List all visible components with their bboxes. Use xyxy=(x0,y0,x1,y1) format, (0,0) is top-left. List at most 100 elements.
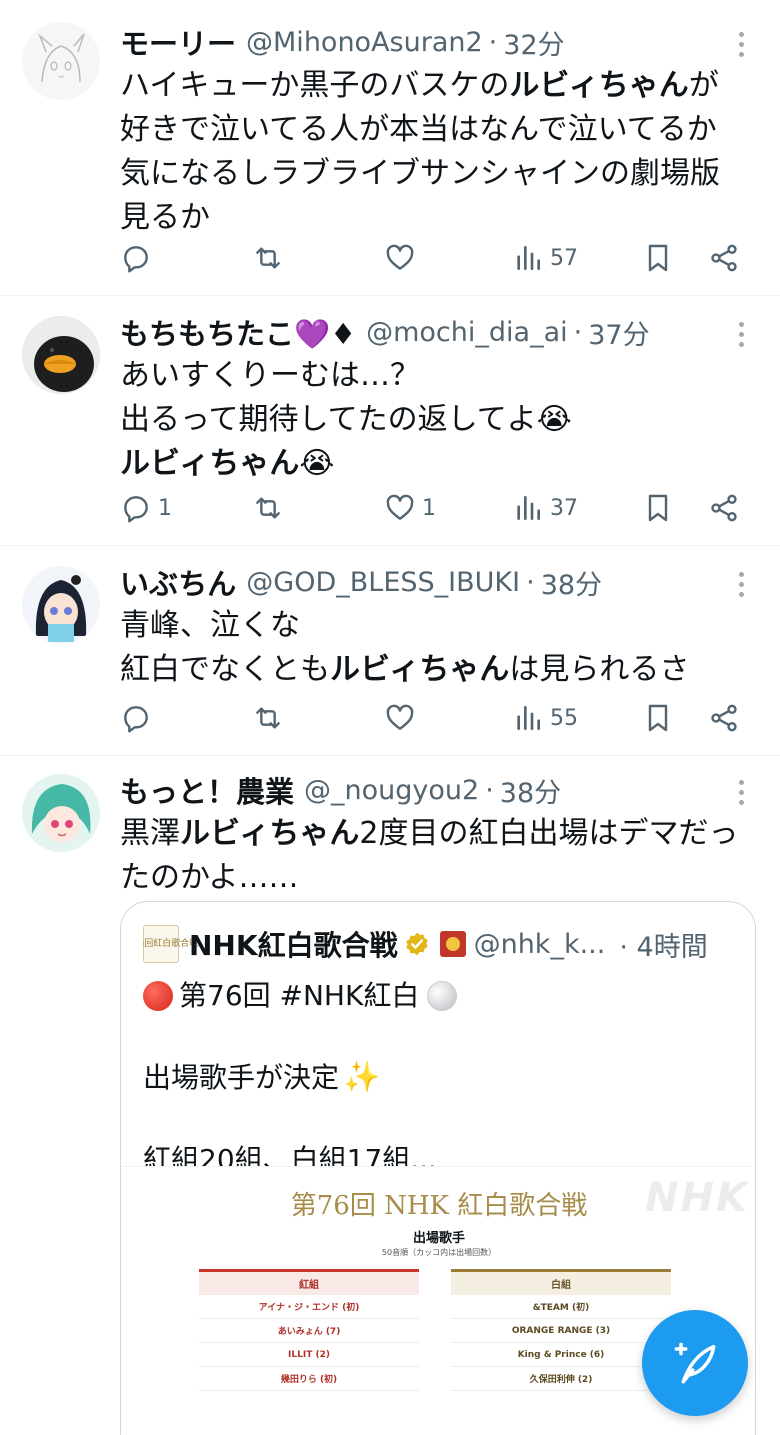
bookmark-icon xyxy=(648,494,668,522)
quote-avatar[interactable]: 第76回紅白歌合戦 xyxy=(143,925,198,963)
avatar[interactable] xyxy=(22,774,100,852)
views-count: 37 xyxy=(550,495,578,521)
retweet-button[interactable] xyxy=(252,238,290,278)
views-button[interactable]: 57 xyxy=(512,238,578,278)
tweet-text: 青峰、泣くな 紅白でなくともルビィちゃんは見られるさ xyxy=(120,608,690,687)
views-icon xyxy=(517,246,540,270)
tweet-text: 黒澤ルビィちゃん2度目の紅白出場はデマだっ たのかよ…… xyxy=(120,816,739,895)
red-circle-icon xyxy=(143,981,173,1011)
image-subtitle: 出場歌手 xyxy=(412,1231,465,1246)
tweet-text: ハイキューか黒子のバスケのルビィちゃんが 好きで泣いてる人が本当はなんで泣いてる… xyxy=(120,68,720,235)
red-team-label: 紅組 xyxy=(199,1269,419,1295)
more-options-icon[interactable] xyxy=(726,774,756,810)
avatar[interactable] xyxy=(22,22,100,100)
tweet[interactable]: いぶちん @GOD_BLESS_IBUKI · 38分 青峰、泣くな 紅白でなく… xyxy=(0,546,780,756)
reply-button[interactable]: 1 xyxy=(120,488,172,528)
share-icon xyxy=(711,704,737,732)
bookmark-icon xyxy=(648,704,668,732)
retweet-icon xyxy=(256,247,280,269)
list-item: ORANGE RANGE (3) xyxy=(451,1319,671,1343)
reply-button[interactable] xyxy=(120,238,158,278)
share-button[interactable] xyxy=(708,698,740,738)
compose-button[interactable] xyxy=(642,1310,748,1416)
like-icon xyxy=(386,704,414,730)
white-team-column: 白組 &TEAM (初) ORANGE RANGE (3) King & Pri… xyxy=(451,1269,671,1391)
separator: · xyxy=(488,26,498,58)
white-team-label: 白組 xyxy=(451,1269,671,1295)
handle[interactable]: @mochi_dia_ai xyxy=(366,317,568,348)
views-button[interactable]: 37 xyxy=(512,488,578,528)
quote-display-name[interactable]: NHK紅白歌合戦 xyxy=(189,924,398,964)
timestamp[interactable]: 38分 xyxy=(541,563,602,602)
separator: · xyxy=(573,316,583,348)
like-icon xyxy=(386,244,414,270)
avatar[interactable] xyxy=(22,566,100,644)
tweet-actions: 1 1 37 xyxy=(120,488,750,528)
like-icon xyxy=(386,494,414,520)
views-button[interactable]: 55 xyxy=(512,698,578,738)
share-button[interactable] xyxy=(708,238,740,278)
reply-icon xyxy=(124,706,148,733)
compose-icon xyxy=(674,1342,716,1384)
list-item: アイナ・ジ・エンド (初) xyxy=(199,1295,419,1319)
views-count: 57 xyxy=(550,245,578,271)
display-name[interactable]: もっと！農業 xyxy=(120,769,294,811)
bookmark-icon xyxy=(648,244,668,272)
retweet-icon xyxy=(256,497,280,519)
like-button[interactable] xyxy=(384,698,422,738)
timestamp[interactable]: 38分 xyxy=(500,771,561,810)
more-options-icon[interactable] xyxy=(726,566,756,602)
list-item: &TEAM (初) xyxy=(451,1295,671,1319)
reply-icon xyxy=(124,246,148,273)
list-item: あいみょん (7) xyxy=(199,1319,419,1343)
display-name[interactable]: モーリー xyxy=(120,21,236,63)
quote-header: 第76回紅白歌合戦 NHK紅白歌合戦 @nhk_k... · 4時間 xyxy=(143,922,733,966)
avatar[interactable] xyxy=(22,316,100,394)
affiliate-badge-icon xyxy=(439,931,466,957)
bookmark-button[interactable] xyxy=(642,238,674,278)
bookmark-button[interactable] xyxy=(642,488,674,528)
more-options-icon[interactable] xyxy=(726,26,756,62)
image-title: 第76回 NHK 紅白歌合戦 xyxy=(290,1191,588,1221)
views-icon xyxy=(517,496,540,520)
handle[interactable]: @MihonoAsuran2 xyxy=(246,27,483,58)
list-item: ILLIT (2) xyxy=(199,1343,419,1367)
red-team-column: 紅組 アイナ・ジ・エンド (初) あいみょん (7) ILLIT (2) 幾田り… xyxy=(199,1269,419,1391)
views-count: 55 xyxy=(550,705,578,731)
share-icon xyxy=(711,244,737,272)
share-icon xyxy=(711,494,737,522)
separator: · xyxy=(526,566,535,598)
tweet-header: モーリー @MihonoAsuran2 · 32分 xyxy=(120,20,756,64)
share-button[interactable] xyxy=(708,488,740,528)
timestamp[interactable]: 32分 xyxy=(503,23,564,62)
reply-icon xyxy=(124,496,148,523)
views-icon xyxy=(517,706,540,730)
tweet-header: もちもちたこ💜♦ @mochi_dia_ai · 37分 xyxy=(120,310,756,354)
white-circle-icon xyxy=(427,981,458,1011)
list-item: 幾田りら (初) xyxy=(199,1367,419,1391)
image-note: 50音順（カッコ内は出場回数） xyxy=(381,1248,497,1257)
retweet-button[interactable] xyxy=(252,488,290,528)
bookmark-button[interactable] xyxy=(642,698,674,738)
separator: · xyxy=(485,774,494,806)
timestamp[interactable]: 37分 xyxy=(588,313,649,352)
tweet[interactable]: もちもちたこ💜♦ @mochi_dia_ai · 37分 あいすくりーむは…？ … xyxy=(0,296,780,546)
reply-count: 1 xyxy=(158,495,172,521)
sparkles-icon: ✨ xyxy=(343,1060,381,1095)
verified-badge-icon xyxy=(405,932,428,956)
reply-button[interactable] xyxy=(120,698,158,738)
like-button[interactable]: 1 xyxy=(384,488,436,528)
like-count: 1 xyxy=(422,495,436,521)
tweet-header: いぶちん @GOD_BLESS_IBUKI · 38分 xyxy=(120,560,756,604)
handle[interactable]: @_nougyou2 xyxy=(304,775,479,806)
tweet-header: もっと！農業 @_nougyou2 · 38分 xyxy=(120,768,756,812)
tweet[interactable]: モーリー @MihonoAsuran2 · 32分 ハイキューか黒子のバスケのル… xyxy=(0,0,780,296)
more-options-icon[interactable] xyxy=(726,316,756,352)
quote-text-line: 出場歌手が決定 ✨ xyxy=(143,1058,380,1098)
retweet-button[interactable] xyxy=(252,698,290,738)
tweet-text: あいすくりーむは…？ 出るって期待してたの返してよ😭 ルビィちゃん😭 xyxy=(120,358,572,481)
like-button[interactable] xyxy=(384,238,422,278)
display-name[interactable]: もちもちたこ💜♦ xyxy=(120,311,356,353)
handle[interactable]: @GOD_BLESS_IBUKI xyxy=(246,567,520,598)
display-name[interactable]: いぶちん xyxy=(120,561,236,603)
